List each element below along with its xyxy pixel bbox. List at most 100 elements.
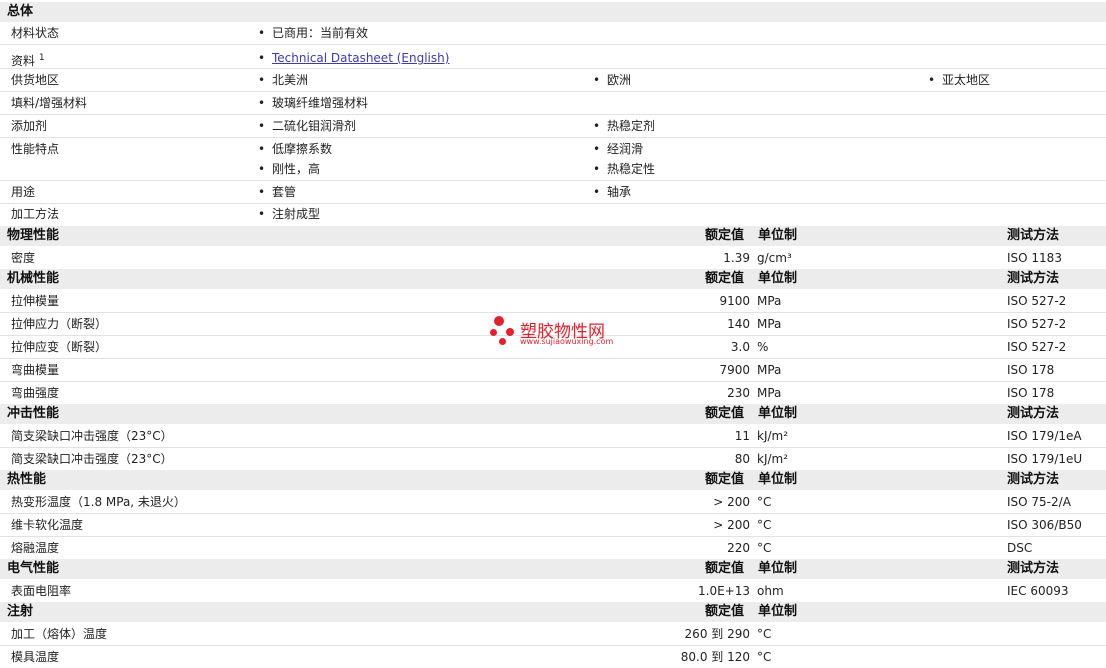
logo-dot (490, 329, 497, 336)
property-row: 维卡软化温度 > 200 °C ISO 306/B50 (0, 514, 1106, 537)
property-method: ISO 527-2 (1007, 340, 1067, 354)
property-unit: MPa (757, 386, 782, 400)
section-title: 冲击性能 (7, 406, 60, 421)
region-item: 北美洲 (258, 69, 308, 91)
property-value: 140 (727, 317, 750, 331)
property-name: 热变形温度（1.8 MPa, 未退火） (11, 495, 186, 509)
property-name: 弯曲模量 (11, 363, 60, 377)
property-name: 密度 (11, 251, 36, 265)
section-header-electrical: 电气性能 额定值 单位制 测试方法 (0, 559, 1106, 579)
use-item: 套管 (258, 181, 296, 203)
property-name: 模具温度 (11, 650, 60, 664)
row-material-status: 材料状态 已商用：当前有效 (0, 23, 1106, 45)
datasheet: 总体 材料状态 已商用：当前有效 资料 1 Technical Datashee… (0, 0, 1106, 664)
property-unit: °C (757, 518, 772, 532)
docs-item: Technical Datasheet (English) (258, 45, 449, 71)
section-header-physical: 物理性能 额定值 单位制 测试方法 (0, 226, 1106, 246)
feature-item: 低摩擦系数 (258, 139, 332, 159)
property-method: DSC (1007, 541, 1033, 555)
col-header-value: 额定值 (704, 228, 744, 243)
property-name: 拉伸应变（断裂） (11, 340, 108, 354)
property-value: 7900 (719, 363, 750, 377)
property-value: 80 (734, 452, 750, 466)
property-row: 熔融温度 220 °C DSC (0, 537, 1106, 558)
property-unit: °C (757, 627, 772, 641)
property-value: > 200 (713, 518, 750, 532)
logo-dot (499, 338, 506, 345)
property-value: 80.0 到 120 (680, 650, 750, 664)
property-row: 弯曲强度 230 MPa ISO 178 (0, 382, 1106, 403)
property-method: ISO 527-2 (1007, 317, 1067, 331)
docs-label: 资料 (11, 54, 36, 68)
row-regions: 供货地区 北美洲 欧洲 亚太地区 (0, 69, 1106, 92)
property-row: 热变形温度（1.8 MPa, 未退火） > 200 °C ISO 75-2/A (0, 491, 1106, 514)
row-uses: 用途 套管 轴承 (0, 181, 1106, 204)
section-header-general: 总体 (0, 2, 1106, 22)
property-method: ISO 179/1eA (1007, 429, 1082, 443)
region-item: 欧洲 (593, 69, 631, 91)
row-additives: 添加剂 二硫化钼润滑剂 热稳定剂 (0, 115, 1106, 138)
row-label: 性能特点 (11, 142, 60, 156)
col-header-method: 测试方法 (1007, 406, 1060, 421)
watermark-logo: 塑胶物性网 www.sujiaowuxing.com (490, 316, 620, 350)
row-label: 填料/增强材料 (11, 96, 88, 110)
property-name: 熔融温度 (11, 541, 60, 555)
property-row: 模具温度 80.0 到 120 °C (0, 646, 1106, 664)
property-name: 加工（熔体）温度 (11, 627, 108, 641)
property-row: 密度 1.39 g/cm³ ISO 1183 (0, 247, 1106, 268)
property-unit: kJ/m² (757, 452, 789, 466)
col-header-value: 额定值 (704, 271, 744, 286)
property-value: 230 (727, 386, 750, 400)
col-header-unit: 单位制 (758, 604, 798, 619)
property-value: 11 (734, 429, 750, 443)
row-documents: 资料 1 Technical Datasheet (English) (0, 45, 1106, 71)
logo-dot (506, 328, 514, 336)
property-value: 1.0E+13 (698, 584, 750, 598)
property-unit: MPa (757, 294, 782, 308)
property-row: 简支梁缺口冲击强度（23°C） 11 kJ/m² ISO 179/1eA (0, 425, 1106, 448)
col-header-method: 测试方法 (1007, 472, 1060, 487)
property-method: ISO 527-2 (1007, 294, 1067, 308)
col-header-value: 额定值 (704, 561, 744, 576)
feature-item: 经润滑 (593, 139, 643, 159)
property-unit: ohm (757, 584, 784, 598)
row-label: 添加剂 (11, 119, 48, 133)
section-title: 注射 (7, 604, 34, 619)
additive-item: 二硫化钼润滑剂 (258, 115, 356, 137)
col-header-method: 测试方法 (1007, 561, 1060, 576)
property-value: 260 到 290 (684, 627, 750, 641)
property-unit: MPa (757, 317, 782, 331)
property-unit: °C (757, 495, 772, 509)
property-row: 加工（熔体）温度 260 到 290 °C (0, 623, 1106, 646)
docs-footnote: 1 (38, 53, 45, 63)
section-title: 电气性能 (7, 561, 60, 576)
property-method: ISO 179/1eU (1007, 452, 1083, 466)
row-label: 用途 (11, 185, 36, 199)
row-label: 加工方法 (11, 207, 60, 221)
row-filler: 填料/增强材料 玻璃纤维增强材料 (0, 92, 1106, 115)
section-title: 总体 (7, 4, 34, 19)
feature-item: 刚性，高 (258, 159, 320, 179)
property-row: 弯曲模量 7900 MPa ISO 178 (0, 359, 1106, 382)
col-header-method: 测试方法 (1007, 271, 1060, 286)
row-value: 已商用：当前有效 (258, 23, 368, 44)
region-item: 亚太地区 (928, 69, 990, 91)
property-method: ISO 178 (1007, 363, 1055, 377)
col-header-unit: 单位制 (758, 406, 798, 421)
col-header-value: 额定值 (704, 604, 744, 619)
row-value: 注射成型 (258, 204, 320, 225)
property-value: 1.39 (723, 251, 750, 265)
property-name: 拉伸应力（断裂） (11, 317, 108, 331)
col-header-method: 测试方法 (1007, 228, 1060, 243)
section-title: 机械性能 (7, 271, 60, 286)
technical-datasheet-link[interactable]: Technical Datasheet (English) (272, 51, 449, 65)
property-row: 拉伸模量 9100 MPa ISO 527-2 (0, 290, 1106, 313)
row-processing: 加工方法 注射成型 (0, 204, 1106, 225)
property-unit: kJ/m² (757, 429, 789, 443)
property-row: 简支梁缺口冲击强度（23°C） 80 kJ/m² ISO 179/1eU (0, 448, 1106, 469)
col-header-unit: 单位制 (758, 472, 798, 487)
logo-dot (494, 316, 504, 326)
property-method: ISO 178 (1007, 386, 1055, 400)
property-unit: g/cm³ (757, 251, 792, 265)
col-header-unit: 单位制 (758, 561, 798, 576)
